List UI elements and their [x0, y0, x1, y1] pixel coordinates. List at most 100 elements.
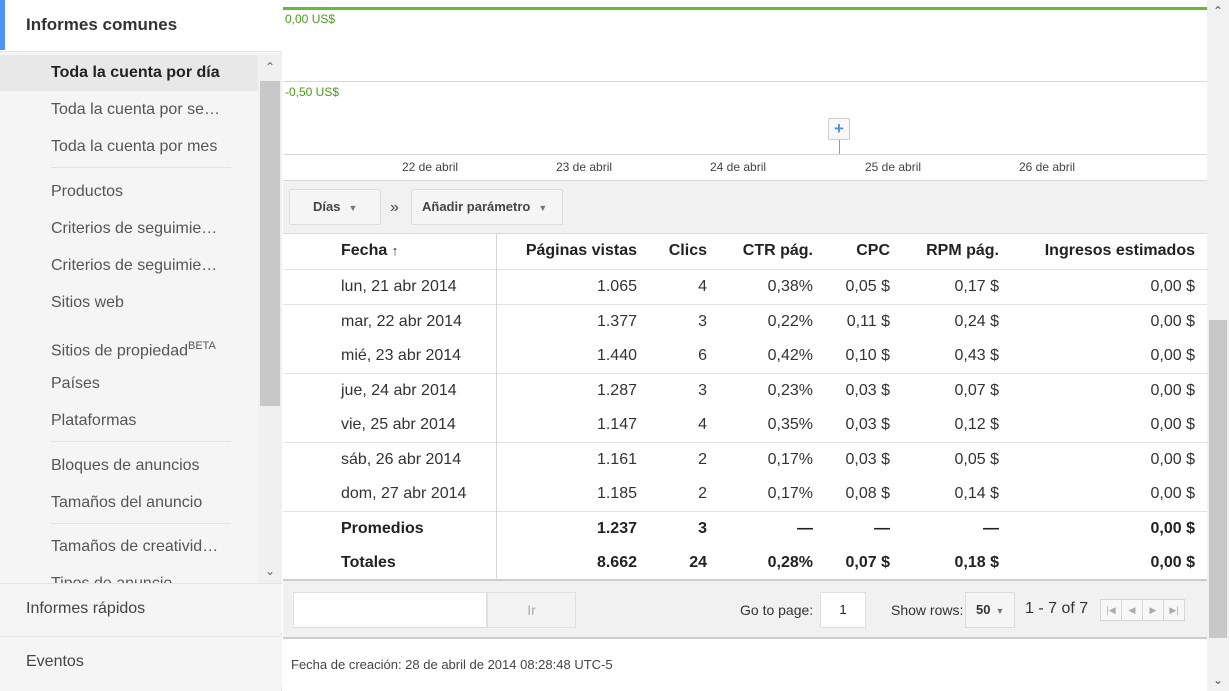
go-button[interactable]: Ir — [487, 592, 576, 628]
cell-cpc: 0,03 $ — [845, 416, 890, 433]
sidebar-item-tracking-criteria-2[interactable]: Criterios de seguimie… — [0, 248, 258, 284]
cell-cpc: 0,03 $ — [845, 382, 890, 399]
cell-date: jue, 24 abr 2014 — [341, 382, 457, 399]
table-row: mar, 22 abr 2014 1.377 3 0,22% 0,11 $ 0,… — [283, 305, 1207, 340]
cell-ctr: 0,17% — [767, 485, 813, 502]
sidebar-item-property-sites[interactable]: Sitios de propiedadBETA — [0, 328, 258, 364]
sidebar-scrollbar[interactable]: ⌃ ⌄ — [258, 55, 282, 583]
separator-icon: » — [390, 199, 399, 216]
cell-cpc: — — [874, 520, 890, 537]
column-header-revenue[interactable]: Ingresos estimados — [1045, 234, 1195, 269]
cell-cpc: 0,10 $ — [845, 347, 890, 364]
sidebar-item-account-by-month[interactable]: Toda la cuenta por mes — [0, 129, 258, 165]
sort-ascending-icon: ↑ — [391, 243, 399, 258]
cell-cpc: 0,05 $ — [845, 278, 890, 295]
sidebar-item-products[interactable]: Productos — [0, 174, 258, 210]
dimension-toolbar: Días ▼ » Añadir parámetro ▼ — [283, 180, 1207, 234]
cell-ctr: 0,22% — [767, 313, 813, 330]
totals-row: Totales 8.662 24 0,28% 0,07 $ 0,18 $ 0,0… — [283, 546, 1207, 581]
chevron-up-icon[interactable]: ⌃ — [258, 57, 282, 77]
cell-cpc: 0,08 $ — [845, 485, 890, 502]
sidebar-item-quick-reports[interactable]: Informes rápidos — [0, 583, 282, 633]
cell-clicks: 2 — [698, 451, 707, 468]
sidebar-item-label: Plataformas — [51, 412, 137, 429]
column-header-date[interactable]: Fecha ↑ — [341, 234, 398, 269]
caret-down-icon: ▼ — [995, 606, 1005, 616]
show-rows-label: Show rows: — [891, 602, 964, 618]
chevron-up-icon[interactable]: ⌃ — [1207, 2, 1229, 20]
last-page-icon[interactable]: ▶| — [1163, 599, 1185, 621]
sidebar-item-label: Productos — [51, 183, 124, 200]
divider — [51, 441, 231, 442]
add-parameter-dropdown[interactable]: Añadir parámetro ▼ — [411, 189, 563, 225]
filter-input[interactable] — [293, 592, 487, 628]
sidebar-item-label: Tamaños del anuncio — [51, 494, 203, 511]
sidebar-scroll-thumb[interactable] — [260, 81, 280, 406]
cell-revenue: 0,00 $ — [1150, 451, 1195, 468]
page-navigation: |◀ ◀ ▶ ▶| — [1100, 599, 1185, 621]
sidebar-item-creative-sizes[interactable]: Tamaños de creativid… — [0, 529, 258, 565]
cell-ctr: 0,17% — [767, 451, 813, 468]
cell-rpm: 0,17 $ — [954, 278, 999, 295]
sidebar-item-platforms[interactable]: Plataformas — [0, 403, 258, 439]
sidebar-item-label: Toda la cuenta por se… — [51, 101, 220, 118]
column-header-clicks[interactable]: Clics — [669, 234, 707, 269]
page-number-input[interactable]: 1 — [820, 592, 866, 628]
sidebar-item-label: Informes rápidos — [26, 600, 146, 617]
sidebar-item-label: Sitios de propiedad — [51, 342, 188, 360]
section-header[interactable]: Informes comunes — [0, 0, 282, 52]
sidebar-item-ad-sizes[interactable]: Tamaños del anuncio — [0, 485, 258, 521]
prev-page-icon[interactable]: ◀ — [1121, 599, 1143, 621]
sidebar-item-tracking-criteria-1[interactable]: Criterios de seguimie… — [0, 211, 258, 247]
main-scrollbar[interactable]: ⌃ ⌄ — [1207, 0, 1229, 691]
cell-revenue: 0,00 $ — [1150, 382, 1195, 399]
sidebar-item-label: Toda la cuenta por día — [51, 64, 220, 81]
table-row: vie, 25 abr 2014 1.147 4 0,35% 0,03 $ 0,… — [283, 408, 1207, 443]
header-label: Fecha — [341, 242, 388, 259]
add-annotation-icon[interactable]: + — [828, 118, 850, 140]
x-tick-label: 23 de abril — [556, 160, 613, 174]
sidebar-item-countries[interactable]: Países — [0, 366, 258, 402]
sidebar-item-account-by-day[interactable]: Toda la cuenta por día — [0, 55, 258, 91]
sidebar-item-label: Criterios de seguimie… — [51, 220, 218, 237]
dimension-dropdown[interactable]: Días ▼ — [289, 189, 381, 225]
cell-revenue: 0,00 $ — [1150, 520, 1195, 537]
x-tick-label: 25 de abril — [865, 160, 922, 174]
main-scroll-thumb[interactable] — [1209, 320, 1227, 638]
cell-date: vie, 25 abr 2014 — [341, 416, 456, 433]
chevron-down-icon[interactable]: ⌄ — [1207, 671, 1229, 689]
cell-clicks: 6 — [698, 347, 707, 364]
next-page-icon[interactable]: ▶ — [1142, 599, 1164, 621]
divider — [51, 523, 231, 524]
cell-clicks: 3 — [698, 520, 707, 537]
cell-page-views: 8.662 — [596, 554, 637, 571]
table-row: dom, 27 abr 2014 1.185 2 0,17% 0,08 $ 0,… — [283, 477, 1207, 512]
column-header-rpm[interactable]: RPM pág. — [926, 234, 999, 269]
column-header-ctr[interactable]: CTR pág. — [743, 234, 813, 269]
table-row: mié, 23 abr 2014 1.440 6 0,42% 0,10 $ 0,… — [283, 339, 1207, 374]
gridline — [283, 81, 1207, 82]
cell-rpm: 0,14 $ — [954, 485, 999, 502]
sidebar-item-label: Eventos — [26, 653, 84, 670]
column-header-page-views[interactable]: Páginas vistas — [526, 234, 637, 269]
x-tick-label: 26 de abril — [1019, 160, 1076, 174]
first-page-icon[interactable]: |◀ — [1100, 599, 1122, 621]
cell-page-views: 1.185 — [596, 485, 637, 502]
cell-page-views: 1.147 — [596, 416, 637, 433]
cell-clicks: 4 — [698, 416, 707, 433]
y-tick-label: -0,50 US$ — [285, 85, 340, 99]
cell-ctr: 0,38% — [767, 278, 813, 295]
cell-page-views: 1.287 — [596, 382, 637, 399]
sidebar-item-ad-units[interactable]: Bloques de anuncios — [0, 448, 258, 484]
creation-timestamp: Fecha de creación: 28 de abril de 2014 0… — [291, 657, 613, 672]
sidebar-item-websites[interactable]: Sitios web — [0, 285, 258, 321]
chevron-down-icon[interactable]: ⌄ — [258, 561, 282, 581]
cell-revenue: 0,00 $ — [1150, 485, 1195, 502]
column-header-cpc[interactable]: CPC — [856, 234, 890, 269]
sidebar-item-ad-types[interactable]: Tipos de anuncio — [0, 566, 258, 583]
cell-revenue: 0,00 $ — [1150, 416, 1195, 433]
sidebar-item-account-by-week[interactable]: Toda la cuenta por se… — [0, 92, 258, 128]
sidebar-item-events[interactable]: Eventos — [0, 636, 282, 686]
table-row: lun, 21 abr 2014 1.065 4 0,38% 0,05 $ 0,… — [283, 270, 1207, 305]
rows-per-page-select[interactable]: 50 ▼ — [965, 592, 1015, 628]
